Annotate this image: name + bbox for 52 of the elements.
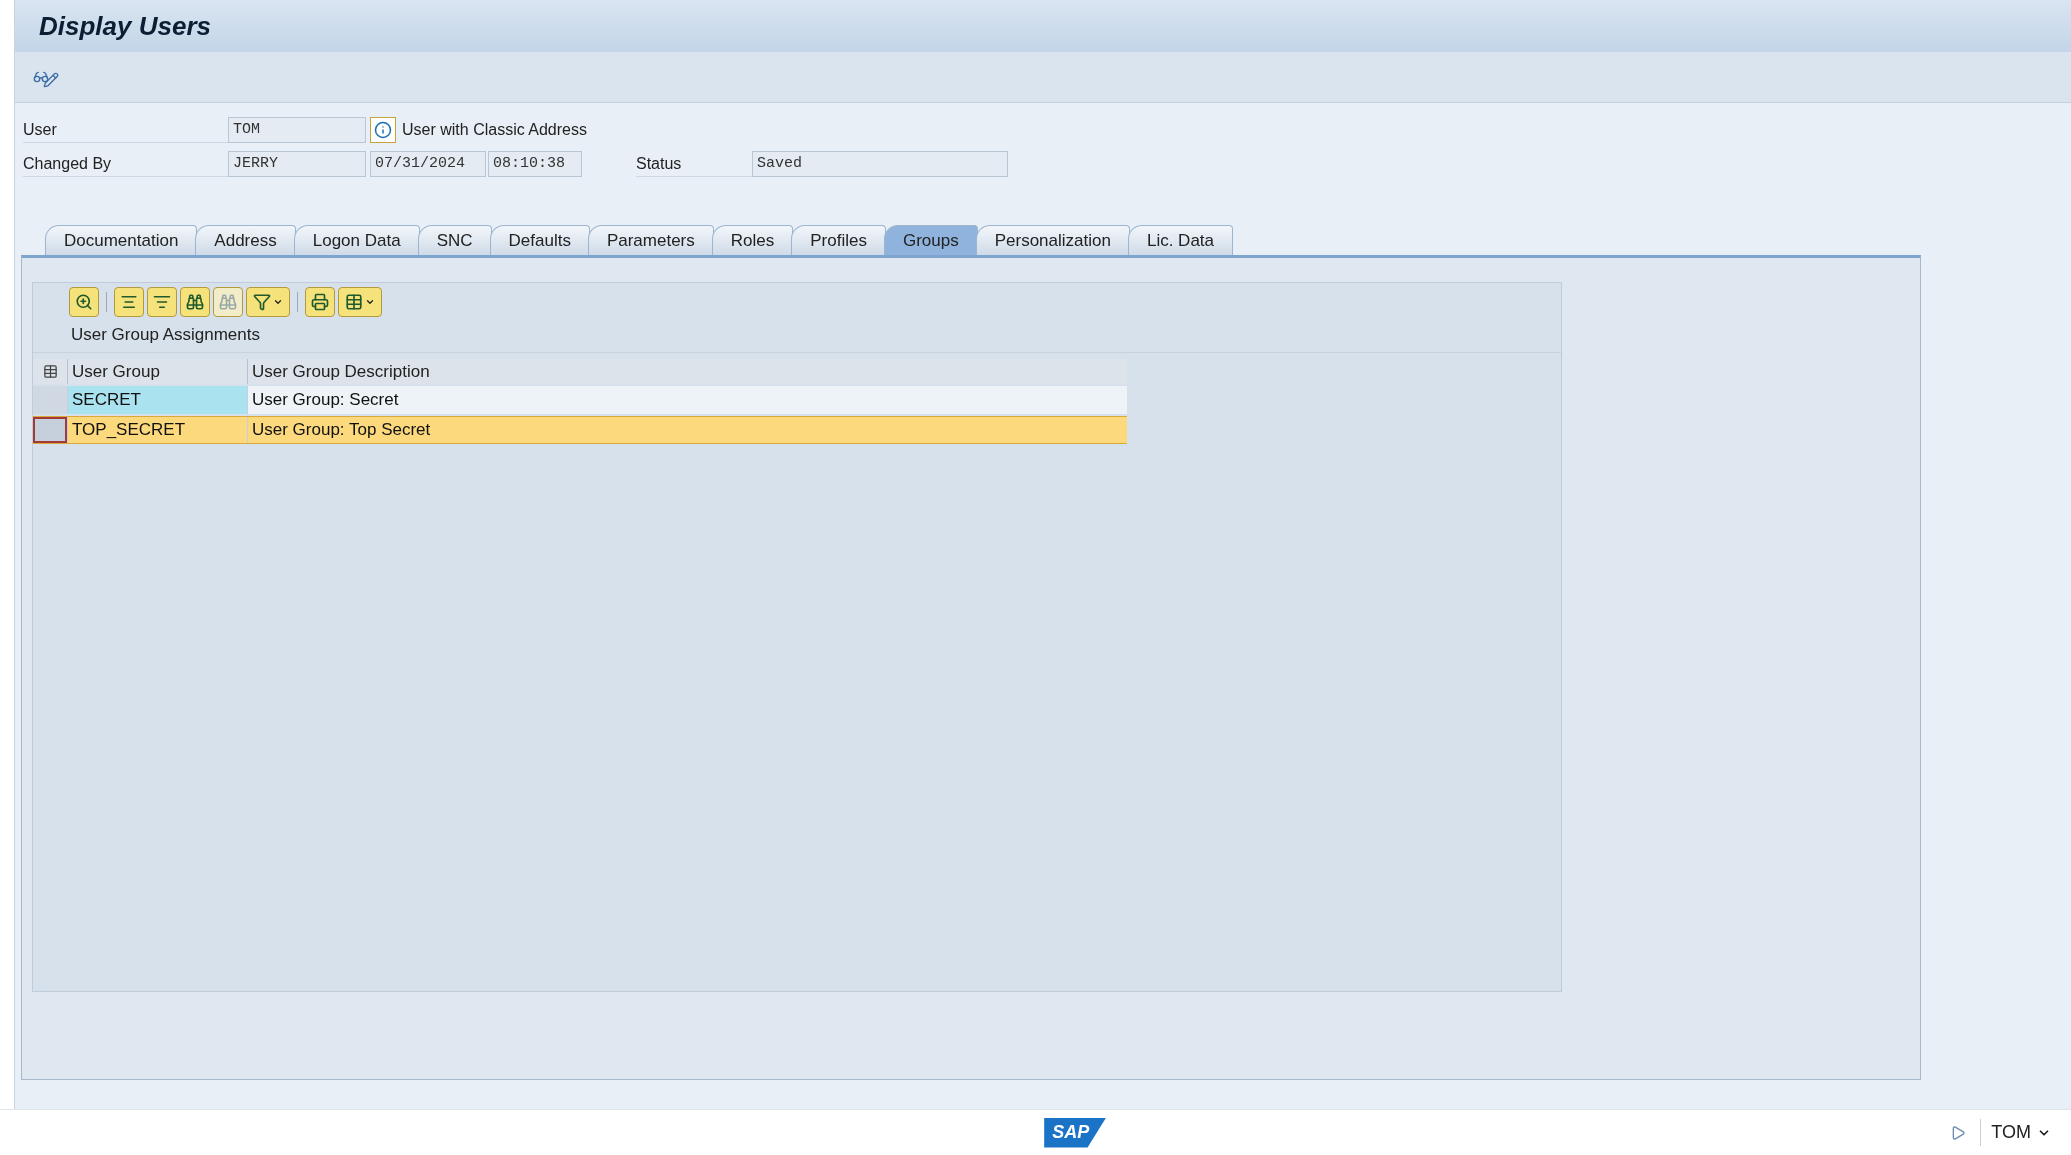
sort-descending-button[interactable] [147, 287, 177, 317]
grid-title: User Group Assignments [71, 323, 260, 346]
expand-icon[interactable] [1950, 1124, 1967, 1141]
caret-icon [365, 297, 375, 307]
table-row[interactable]: SECRET User Group: Secret [33, 386, 1127, 414]
table-cell: User Group: Secret [247, 386, 1127, 414]
info-button[interactable] [370, 117, 396, 143]
tab[interactable]: Defaults [489, 225, 590, 255]
filter-icon [253, 293, 271, 311]
row-selector[interactable] [33, 417, 67, 443]
user-menu[interactable]: TOM [1980, 1119, 2051, 1146]
column-header[interactable]: User Group [67, 359, 247, 384]
table-row[interactable]: TOP_SECRET User Group: Top Secret [33, 416, 1127, 444]
time-field[interactable]: 08:10:38 [488, 151, 582, 177]
table-cell: SECRET [67, 386, 247, 414]
sort-ascending-icon [120, 293, 138, 311]
changed-by-field[interactable]: JERRY [228, 151, 366, 177]
tab[interactable]: Address [195, 225, 296, 255]
tab[interactable]: Groups [883, 225, 978, 255]
field-label: User [23, 119, 57, 140]
sap-logo: SAP [1044, 1117, 1107, 1148]
table-cell: User Group: Top Secret [247, 417, 1127, 443]
details-button[interactable] [69, 287, 99, 317]
status-field[interactable]: Saved [752, 151, 1008, 177]
column-header[interactable]: User Group Description [247, 359, 1127, 384]
tab[interactable]: Parameters [587, 225, 714, 255]
caret-icon [273, 297, 283, 307]
user-field[interactable]: TOM [228, 117, 366, 143]
window-title: Display Users [39, 9, 211, 43]
layout-button[interactable] [338, 287, 382, 317]
print-button[interactable] [305, 287, 335, 317]
tab[interactable]: SNC [417, 225, 492, 255]
grid-icon [345, 293, 363, 311]
sort-descending-icon [153, 293, 171, 311]
tab[interactable]: Logon Data [293, 225, 420, 255]
sort-ascending-button[interactable] [114, 287, 144, 317]
find-button[interactable] [180, 287, 210, 317]
tab[interactable]: Personalization [975, 225, 1130, 255]
tab[interactable]: Profiles [791, 225, 886, 255]
printer-icon [311, 293, 329, 311]
tab[interactable]: Lic. Data [1127, 225, 1234, 255]
date-field[interactable]: 07/31/2024 [370, 151, 486, 177]
table-cell: TOP_SECRET [67, 417, 247, 443]
field-label: Changed By [23, 153, 112, 174]
binoculars-icon [186, 293, 204, 311]
filter-button[interactable] [246, 287, 290, 317]
tab[interactable]: Roles [711, 225, 794, 255]
binoculars-icon [219, 293, 237, 311]
field-label: Status [636, 153, 682, 174]
magnifier-icon [75, 293, 93, 311]
user-type-text: User with Classic Address [402, 120, 587, 140]
tab[interactable]: Documentation [45, 225, 198, 255]
